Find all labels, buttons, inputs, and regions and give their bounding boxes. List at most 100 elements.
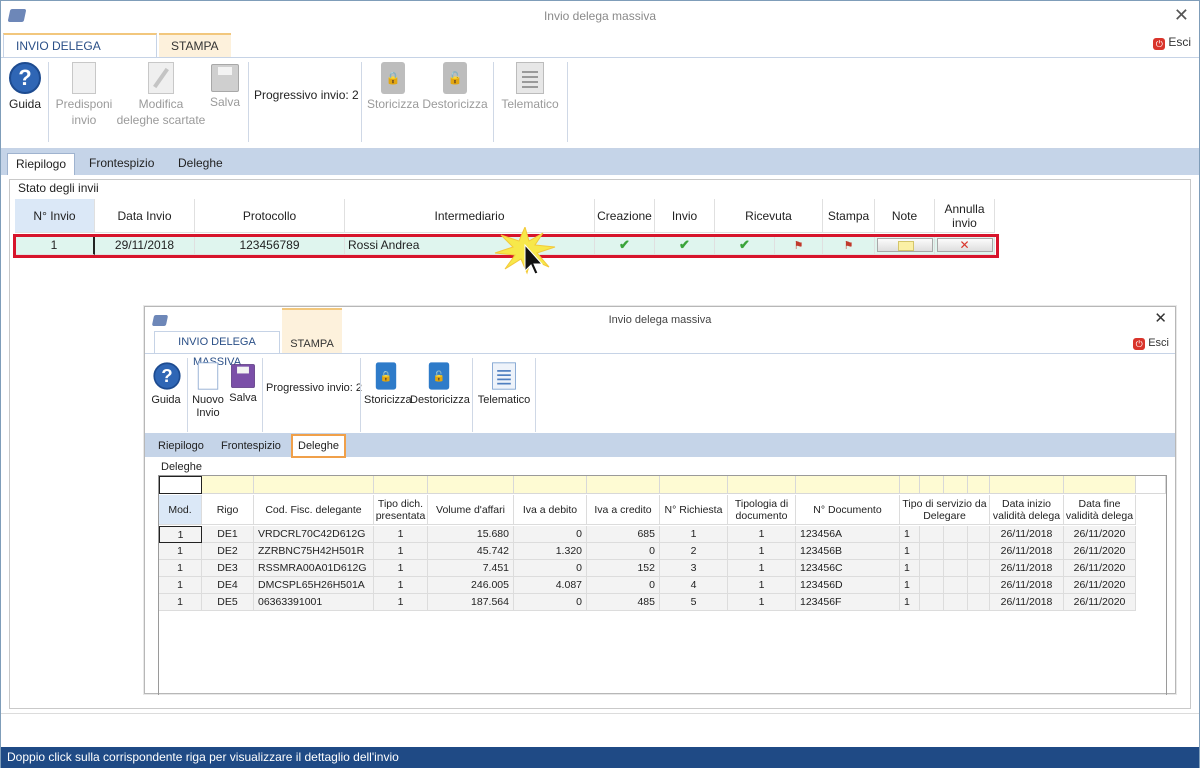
cell-e3[interactable] <box>968 594 990 611</box>
cell-mod[interactable]: 1 <box>159 577 202 594</box>
destoricizza-button[interactable]: 🔓 Destoricizza <box>422 62 488 112</box>
cell-tipologia[interactable]: 1 <box>728 543 796 560</box>
cell-inizio[interactable]: 26/11/2018 <box>990 543 1064 560</box>
tab-deleghe[interactable]: Deleghe <box>170 153 231 175</box>
cell-fine[interactable]: 26/11/2020 <box>1064 526 1136 543</box>
col-iva-debito[interactable]: Iva a debito <box>514 495 587 525</box>
predisponi-invio-button[interactable]: Predisponi invio <box>53 62 115 128</box>
cell-cf[interactable]: 06363391001 <box>254 594 374 611</box>
col-stampa[interactable]: Stampa <box>823 199 875 233</box>
telematico-button[interactable]: Telematico <box>499 62 561 112</box>
filter-cell[interactable] <box>990 476 1064 494</box>
filter-cell[interactable] <box>428 476 514 494</box>
cell-ndoc[interactable]: 123456B <box>796 543 900 560</box>
inner-tab-stampa[interactable]: STAMPA <box>282 308 342 353</box>
inner-tab-frontespizio[interactable]: Frontespizio <box>216 437 286 455</box>
col-tipo-servizio[interactable]: Tipo di servizio da Delegare <box>900 495 990 525</box>
cell-cf[interactable]: DMCSPL65H26H501A <box>254 577 374 594</box>
cell-tipo[interactable]: 1 <box>374 594 428 611</box>
cell-e1[interactable] <box>920 543 944 560</box>
cell-rigo[interactable]: DE4 <box>202 577 254 594</box>
inner-destoricizza-button[interactable]: 🔓 Destoricizza <box>410 360 470 407</box>
col-protocollo[interactable]: Protocollo <box>195 199 345 233</box>
cell-mod[interactable]: 1 <box>159 594 202 611</box>
cell-ndoc[interactable]: 123456A <box>796 526 900 543</box>
filter-cell[interactable] <box>900 476 920 494</box>
cell-ivadebito[interactable]: 0 <box>514 594 587 611</box>
tab-frontespizio[interactable]: Frontespizio <box>81 153 162 175</box>
col-data-fine[interactable]: Data fine validità delega <box>1064 495 1136 525</box>
cell-ivacredito[interactable]: 0 <box>587 543 660 560</box>
cell-ndoc[interactable]: 123456D <box>796 577 900 594</box>
col-data-inizio[interactable]: Data inizio validità delega <box>990 495 1064 525</box>
cell-fine[interactable]: 26/11/2020 <box>1064 594 1136 611</box>
cell-e3[interactable] <box>968 560 990 577</box>
cell-e2[interactable] <box>944 526 968 543</box>
cell-volume[interactable]: 15.680 <box>428 526 514 543</box>
cell-tipologia[interactable]: 1 <box>728 577 796 594</box>
close-icon[interactable]: ✕ <box>1154 309 1167 327</box>
col-invio[interactable]: Invio <box>655 199 715 233</box>
filter-cell[interactable] <box>159 476 202 494</box>
cell-e1[interactable] <box>920 577 944 594</box>
modifica-deleghe-button[interactable]: Modifica deleghe scartate <box>116 62 206 128</box>
cell-volume[interactable]: 7.451 <box>428 560 514 577</box>
cell-mod[interactable]: 1 <box>159 560 202 577</box>
cell-volume[interactable]: 246.005 <box>428 577 514 594</box>
cell-servizio[interactable]: 1 <box>900 543 920 560</box>
cell-inizio[interactable]: 26/11/2018 <box>990 526 1064 543</box>
cell-volume[interactable]: 45.742 <box>428 543 514 560</box>
tab-riepilogo[interactable]: Riepilogo <box>7 153 76 175</box>
cell-richiesta[interactable]: 4 <box>660 577 728 594</box>
col-n-documento[interactable]: N° Documento <box>796 495 900 525</box>
filter-cell[interactable] <box>514 476 587 494</box>
filter-cell[interactable] <box>944 476 968 494</box>
filter-cell[interactable] <box>968 476 990 494</box>
inner-tab-riepilogo[interactable]: Riepilogo <box>153 437 209 455</box>
filter-cell[interactable] <box>1064 476 1136 494</box>
storicizza-button[interactable]: 🔒 Storicizza <box>367 62 419 112</box>
nuovo-invio-button[interactable]: Nuovo Invio <box>191 360 225 420</box>
cell-tipologia[interactable]: 1 <box>728 526 796 543</box>
cell-cf[interactable]: RSSMRA00A01D612G <box>254 560 374 577</box>
cell-e2[interactable] <box>944 594 968 611</box>
cell-e3[interactable] <box>968 543 990 560</box>
cell-e2[interactable] <box>944 577 968 594</box>
col-note[interactable]: Note <box>875 199 935 233</box>
filter-cell[interactable] <box>920 476 944 494</box>
cell-servizio[interactable]: 1 <box>900 560 920 577</box>
cell-richiesta[interactable]: 2 <box>660 543 728 560</box>
cell-fine[interactable]: 26/11/2020 <box>1064 577 1136 594</box>
cell-e2[interactable] <box>944 560 968 577</box>
col-tipo-dich[interactable]: Tipo dich. presentata <box>374 495 428 525</box>
cell-e1[interactable] <box>920 526 944 543</box>
cell-e3[interactable] <box>968 577 990 594</box>
filter-cell[interactable] <box>1136 476 1166 494</box>
cell-rigo[interactable]: DE3 <box>202 560 254 577</box>
cell-inizio[interactable]: 26/11/2018 <box>990 594 1064 611</box>
cell-tipo[interactable]: 1 <box>374 543 428 560</box>
cell-tipologia[interactable]: 1 <box>728 560 796 577</box>
filter-cell[interactable] <box>587 476 660 494</box>
filter-cell[interactable] <box>202 476 254 494</box>
col-iva-credito[interactable]: Iva a credito <box>587 495 660 525</box>
cell-richiesta[interactable]: 5 <box>660 594 728 611</box>
cell-tipo[interactable]: 1 <box>374 560 428 577</box>
cell-servizio[interactable]: 1 <box>900 594 920 611</box>
filter-cell[interactable] <box>796 476 900 494</box>
col-annulla-invio[interactable]: Annulla invio <box>935 199 995 233</box>
cell-tipologia[interactable]: 1 <box>728 594 796 611</box>
cell-ivadebito[interactable]: 0 <box>514 560 587 577</box>
cell-ivadebito[interactable]: 4.087 <box>514 577 587 594</box>
filter-cell[interactable] <box>728 476 796 494</box>
cell-tipo[interactable]: 1 <box>374 526 428 543</box>
guida-button[interactable]: ? Guida <box>7 62 43 112</box>
cell-richiesta[interactable]: 3 <box>660 560 728 577</box>
col-n-richiesta[interactable]: N° Richiesta <box>660 495 728 525</box>
cell-ivadebito[interactable]: 0 <box>514 526 587 543</box>
cell-richiesta[interactable]: 1 <box>660 526 728 543</box>
cell-ivacredito[interactable]: 152 <box>587 560 660 577</box>
cell-rigo[interactable]: DE2 <box>202 543 254 560</box>
inner-esci-button[interactable]: ⏻ Esci <box>1133 337 1169 350</box>
col-volume-affari[interactable]: Volume d'affari <box>428 495 514 525</box>
